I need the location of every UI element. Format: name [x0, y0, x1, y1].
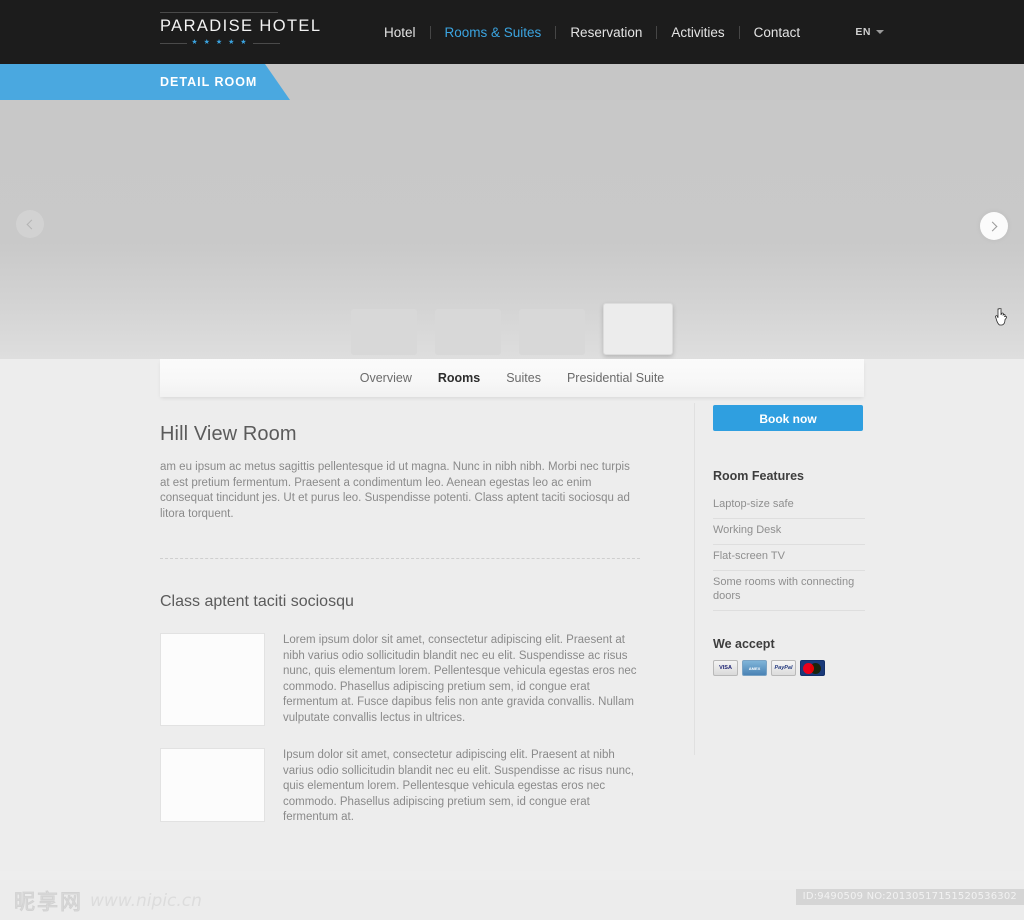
content-area: Hill View Room am eu ipsum ac metus sagi…: [0, 401, 1024, 871]
logo-bottom: ★ ★ ★ ★ ★: [160, 39, 280, 47]
nav-item-contact[interactable]: Contact: [740, 25, 815, 40]
language-label: EN: [855, 26, 871, 38]
page-banner: DETAIL ROOM: [0, 64, 290, 100]
we-accept-title: We accept: [713, 637, 775, 651]
media-block-1: Lorem ipsum dolor sit amet, consectetur …: [160, 633, 640, 726]
media-body-1: Lorem ipsum dolor sit amet, consectetur …: [283, 633, 640, 726]
tab-overview[interactable]: Overview: [360, 371, 412, 385]
watermark-logo: 昵享网 www.nipic.cn: [14, 886, 202, 916]
page-title: DETAIL ROOM: [160, 75, 258, 89]
section-title: Class aptent taciti sociosqu: [160, 593, 354, 610]
logo-rule-right: [252, 42, 280, 44]
slider-next-button[interactable]: [980, 212, 1008, 240]
page-banner-row: DETAIL ROOM: [0, 64, 1024, 100]
logo-rule-left: [160, 42, 188, 44]
thumbnail-3[interactable]: [519, 309, 585, 355]
slider-prev-button[interactable]: [16, 210, 44, 238]
watermark-cn-text: 昵享网: [14, 890, 83, 915]
thumbnail-4-active[interactable]: [603, 303, 673, 355]
chevron-down-icon: [876, 30, 884, 34]
feature-item-tv: Flat-screen TV: [713, 545, 865, 571]
paypal-icon: PayPal: [771, 660, 796, 676]
footer-watermark-bar: 昵享网 www.nipic.cn ID:9490509 NO:201305171…: [0, 880, 1024, 920]
column-divider: [694, 403, 695, 755]
site-logo[interactable]: PARADISE HOTEL ★ ★ ★ ★ ★: [160, 12, 322, 47]
mastercard-icon: [800, 660, 825, 676]
slider-thumbnails: [0, 291, 1024, 355]
tab-rooms[interactable]: Rooms: [438, 371, 480, 385]
main-navigation: Hotel Rooms & Suites Reservation Activit…: [370, 0, 814, 64]
book-now-button[interactable]: Book now: [713, 405, 863, 431]
chevron-left-icon: [26, 219, 37, 229]
room-title: Hill View Room: [160, 423, 297, 445]
feature-item-desk: Working Desk: [713, 519, 865, 545]
thumbnail-1[interactable]: [351, 309, 417, 355]
nav-item-hotel[interactable]: Hotel: [370, 25, 430, 40]
section-divider: [160, 558, 640, 559]
content-tabs: Overview Rooms Suites Presidential Suite: [160, 359, 864, 397]
visa-icon: VISA: [713, 660, 738, 676]
chevron-right-icon: [987, 221, 998, 231]
stars-icon: ★ ★ ★ ★ ★: [191, 39, 249, 46]
room-intro-text: am eu ipsum ac metus sagittis pellentesq…: [160, 461, 630, 520]
watermark-url-text: www.nipic.cn: [90, 891, 202, 911]
room-features-title: Room Features: [713, 469, 804, 483]
media-image-1: [160, 633, 265, 726]
payment-methods: VISA AMEX PayPal: [713, 660, 865, 676]
main-column: Hill View Room am eu ipsum ac metus sagi…: [160, 423, 640, 848]
media-block-2: Ipsum dolor sit amet, consectetur adipis…: [160, 748, 640, 826]
feature-item-safe: Laptop-size safe: [713, 493, 865, 519]
watermark-id-badge: ID:9490509 NO:20130517151520536302: [795, 889, 1024, 905]
nav-item-rooms-suites[interactable]: Rooms & Suites: [431, 25, 556, 40]
mastercard-circles: [802, 662, 823, 674]
thumbnail-2[interactable]: [435, 309, 501, 355]
amex-icon: AMEX: [742, 660, 767, 676]
mastercard-circle-yellow: [809, 662, 821, 674]
sidebar: Book now Room Features Laptop-size safe …: [713, 405, 865, 676]
feature-item-connecting-doors: Some rooms with connecting doors: [713, 571, 865, 611]
language-selector[interactable]: EN: [855, 0, 884, 64]
nav-item-activities[interactable]: Activities: [657, 25, 738, 40]
nav-item-reservation[interactable]: Reservation: [556, 25, 656, 40]
media-text-2: Ipsum dolor sit amet, consectetur adipis…: [283, 749, 634, 823]
content-tabs-row: Overview Rooms Suites Presidential Suite: [0, 359, 1024, 401]
logo-text: PARADISE HOTEL: [160, 17, 322, 35]
site-header: PARADISE HOTEL ★ ★ ★ ★ ★ Hotel Rooms & S…: [0, 0, 1024, 64]
media-text-1: Lorem ipsum dolor sit amet, consectetur …: [283, 634, 637, 724]
tab-presidential-suite[interactable]: Presidential Suite: [567, 371, 664, 385]
tab-suites[interactable]: Suites: [506, 371, 541, 385]
media-body-2: Ipsum dolor sit amet, consectetur adipis…: [283, 748, 640, 826]
hero-slider: [0, 100, 1024, 359]
media-image-2: [160, 748, 265, 822]
